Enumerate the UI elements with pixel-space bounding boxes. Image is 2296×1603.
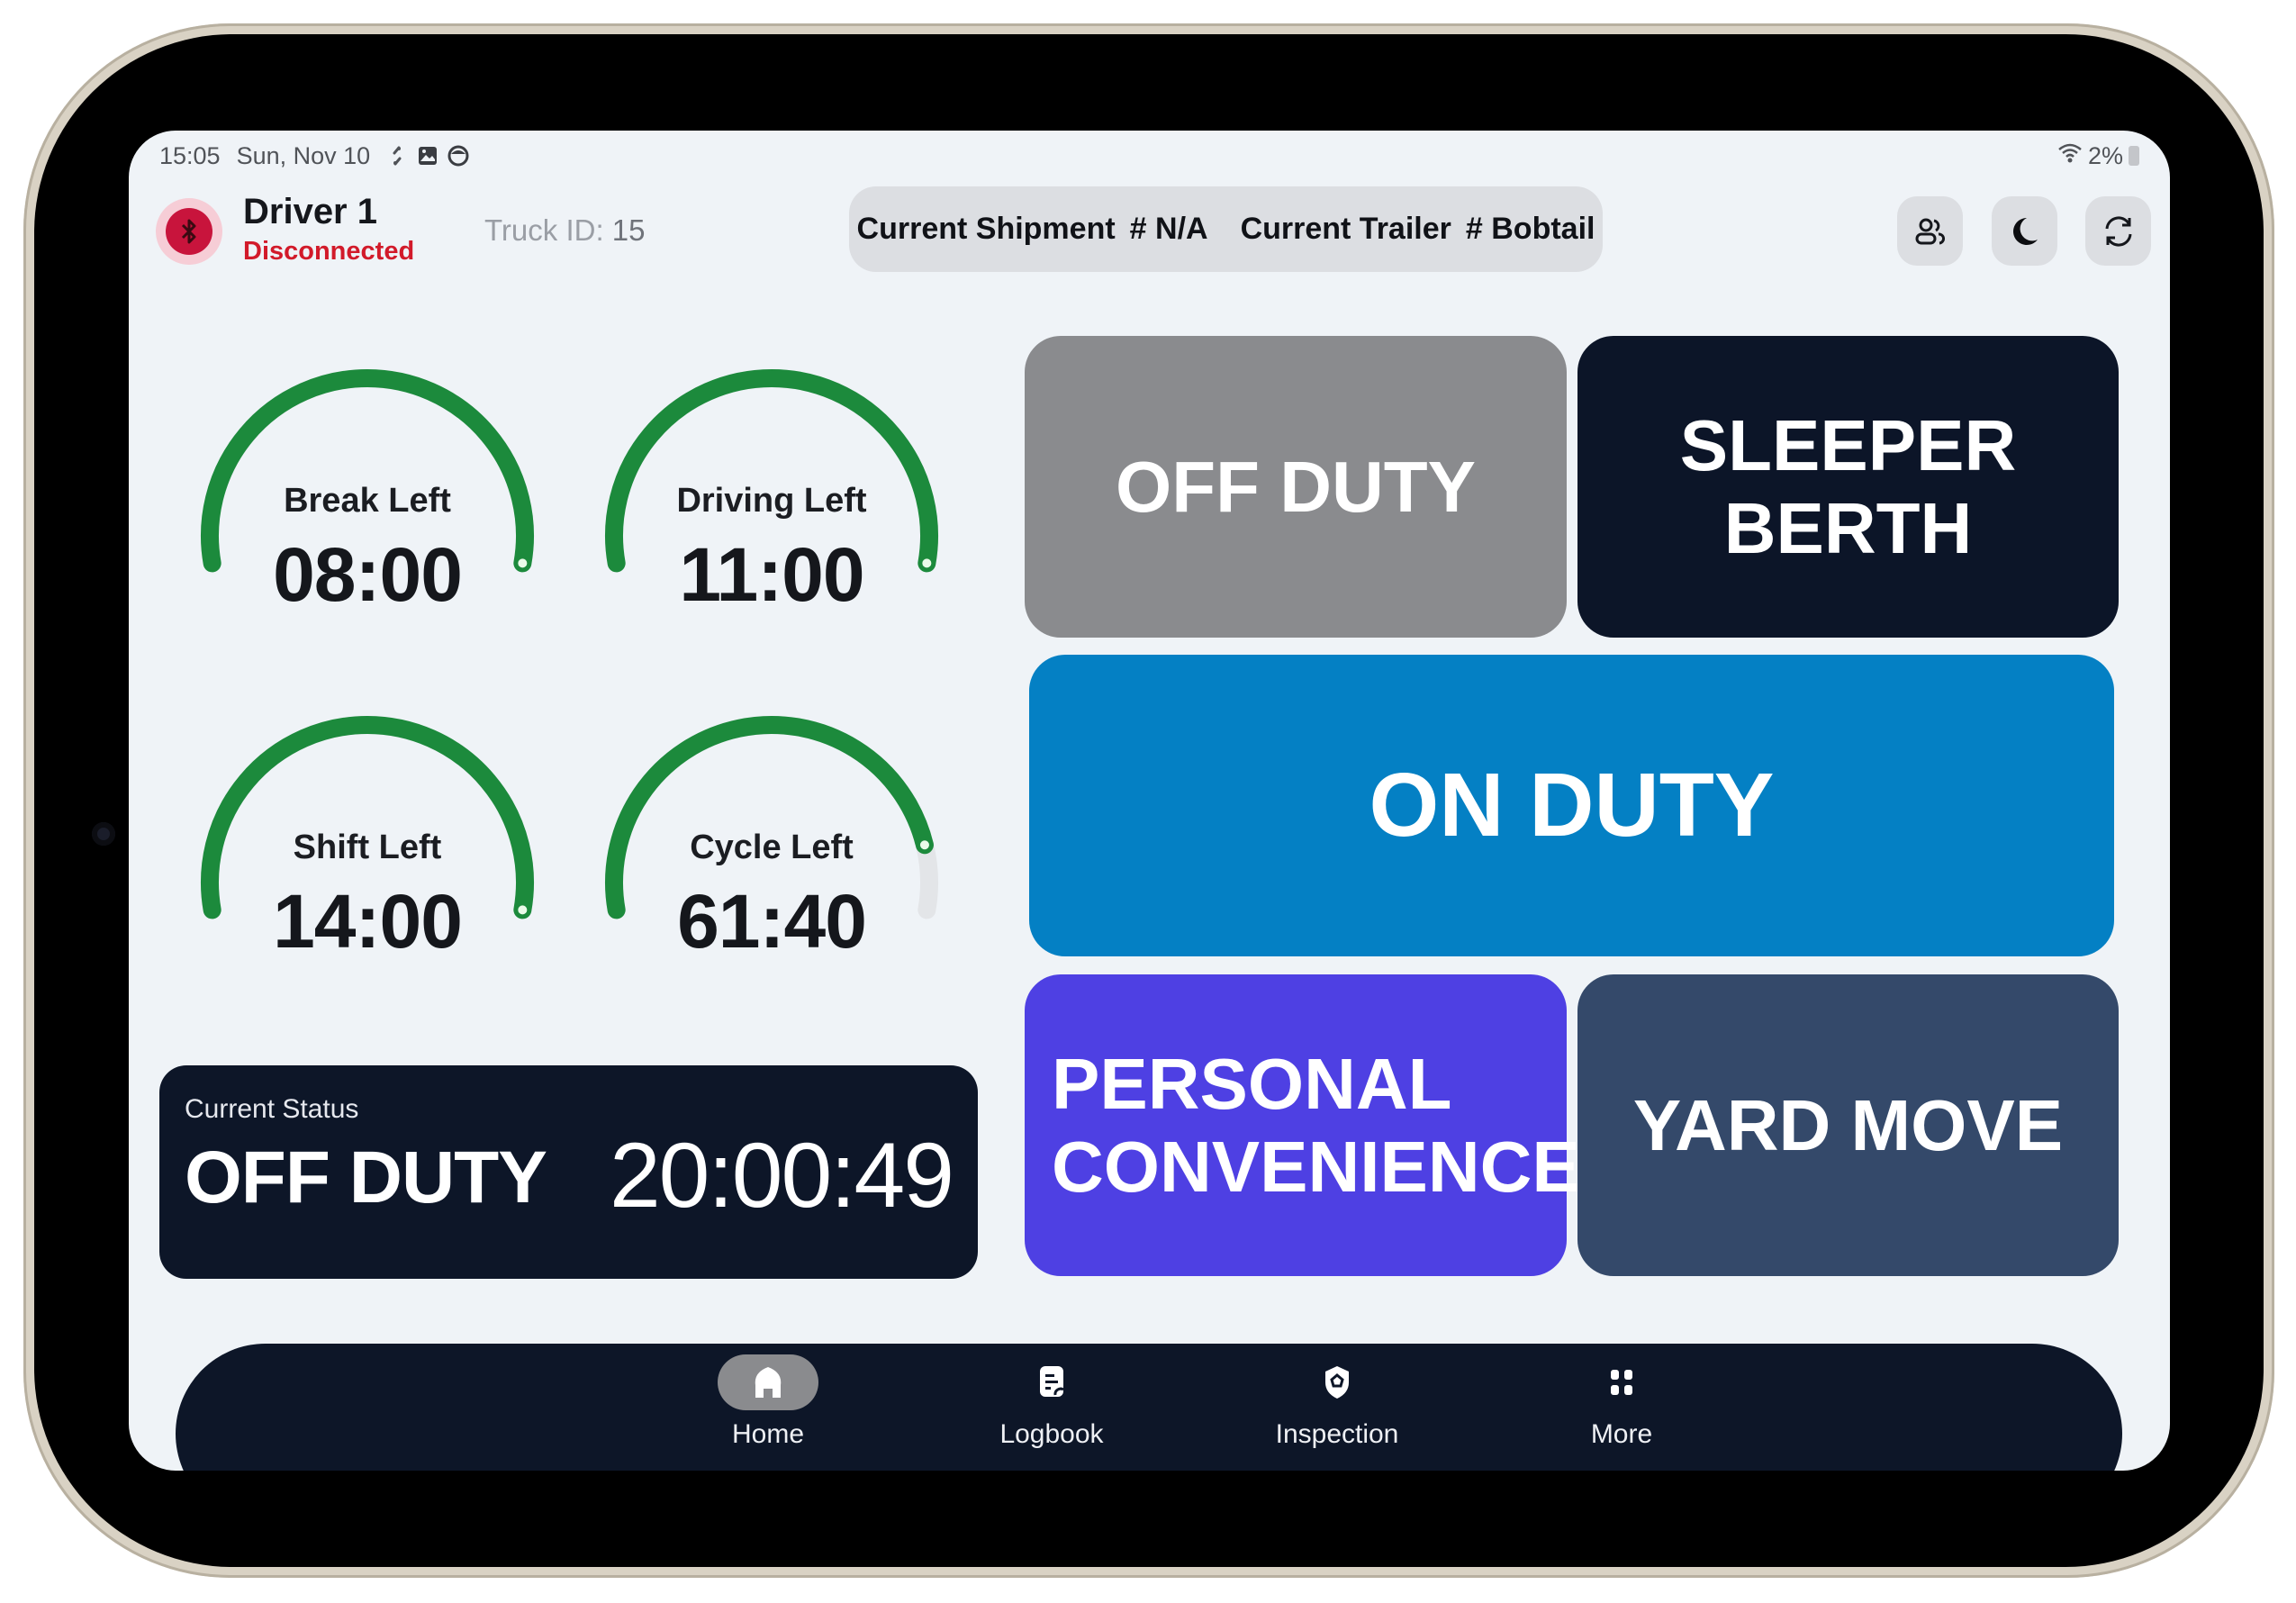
truck-id: Truck ID: 15 (484, 213, 646, 248)
personal-conveyance-label: PERSONAL CONVENIENCE (1052, 1043, 1580, 1209)
gauge-value: 14:00 (273, 879, 463, 964)
system-status-bar: 15:05 Sun, Nov 10 (159, 138, 469, 174)
clock: 15:05 (159, 141, 221, 169)
app-icon (447, 145, 469, 167)
dark-mode-button[interactable] (1992, 196, 2057, 266)
grid-icon (1611, 1370, 1632, 1395)
gauge-driving-left: Driving Left 11:00 (583, 356, 961, 644)
shipment-label: Current Shipment (856, 212, 1116, 246)
users-icon (1915, 218, 1945, 244)
yard-move-label: YARD MOVE (1632, 1084, 2064, 1165)
gauge-cycle-left: Cycle Left 61:40 (583, 702, 961, 991)
gauge-value: 08:00 (273, 532, 463, 617)
on-duty-button[interactable]: ON DUTY (1029, 655, 2114, 956)
gallery-icon (417, 145, 438, 167)
date: Sun, Nov 10 (236, 141, 371, 169)
on-duty-label: ON DUTY (1369, 755, 1775, 856)
nav-more[interactable]: More (1532, 1344, 1712, 1471)
nav-inspection-label: Inspection (1275, 1419, 1399, 1449)
gauge-label: Cycle Left (690, 829, 854, 866)
shipment-trailer-pill[interactable]: Current Shipment # N/A Current Trailer # B… (849, 186, 1603, 272)
gauge-label: Break Left (284, 482, 451, 520)
app-screen: 15:05 Sun, Nov 10 2% Driver 1 Disconnect… (129, 131, 2170, 1471)
battery-icon (2129, 146, 2139, 166)
nav-home[interactable]: Home (678, 1344, 858, 1471)
gauge-value: 61:40 (677, 879, 867, 964)
wifi-icon (2057, 142, 2083, 170)
personal-line-2: CONVENIENCE (1052, 1126, 1580, 1207)
current-status-value: OFF DUTY (185, 1137, 547, 1218)
sync-icon (386, 145, 408, 167)
home-icon (755, 1367, 782, 1398)
bluetooth-icon (181, 219, 196, 244)
system-status-right: 2% (2057, 138, 2139, 174)
refresh-icon (2105, 215, 2131, 247)
trailer-label: Current Trailer (1240, 212, 1451, 246)
off-duty-button[interactable]: OFF DUTY (1025, 336, 1567, 638)
inspection-shield-icon (1325, 1366, 1349, 1399)
nav-logbook-label: Logbook (999, 1419, 1104, 1449)
gauge-label: Shift Left (293, 829, 442, 866)
connection-status-text: Disconnected (243, 237, 415, 266)
gauge-value: 11:00 (679, 532, 864, 617)
current-status-caption: Current Status (185, 1094, 359, 1124)
nav-home-label: Home (731, 1419, 805, 1449)
bottom-navigation: Home Logbook Inspection More (176, 1344, 2122, 1471)
sleeper-line-2: BERTH (1723, 487, 1973, 568)
front-camera (92, 822, 115, 846)
truck-id-value: 15 (611, 213, 646, 247)
nav-inspection[interactable]: Inspection (1247, 1344, 1427, 1471)
gauge-break-left: Break Left 08:00 (178, 356, 556, 644)
moon-icon (2012, 217, 2038, 245)
gauge-label: Driving Left (676, 482, 867, 520)
driver-name: Driver 1 (243, 192, 377, 231)
nav-logbook[interactable]: Logbook (962, 1344, 1142, 1471)
truck-id-label: Truck ID: (484, 213, 604, 247)
current-status-card: Current Status OFF DUTY 20:00:49 (159, 1065, 978, 1279)
shipment-value: # N/A (1129, 212, 1208, 246)
status-timer: 20:00:49 (609, 1124, 954, 1227)
sleeper-berth-label: SLEEPER BERTH (1680, 404, 2016, 570)
logbook-icon (1040, 1366, 1064, 1397)
sleeper-line-1: SLEEPER (1679, 404, 2017, 485)
connection-status-avatar[interactable] (156, 198, 222, 265)
personal-line-1: PERSONAL (1052, 1043, 1452, 1124)
yard-move-button[interactable]: YARD MOVE (1577, 974, 2119, 1276)
personal-conveyance-button[interactable]: PERSONAL CONVENIENCE (1025, 974, 1580, 1276)
co-driver-button[interactable] (1897, 196, 1963, 266)
sync-button[interactable] (2085, 196, 2151, 266)
sleeper-berth-button[interactable]: SLEEPER BERTH (1577, 336, 2119, 638)
trailer-info: Current Trailer # Bobtail (1241, 212, 1595, 247)
trailer-value: # Bobtail (1465, 212, 1595, 246)
shipment-info: Current Shipment # N/A (857, 212, 1208, 247)
nav-more-label: More (1590, 1419, 1653, 1449)
battery-percent: 2% (2087, 141, 2123, 169)
gauge-shift-left: Shift Left 14:00 (178, 702, 556, 991)
off-duty-label: OFF DUTY (1116, 446, 1476, 527)
